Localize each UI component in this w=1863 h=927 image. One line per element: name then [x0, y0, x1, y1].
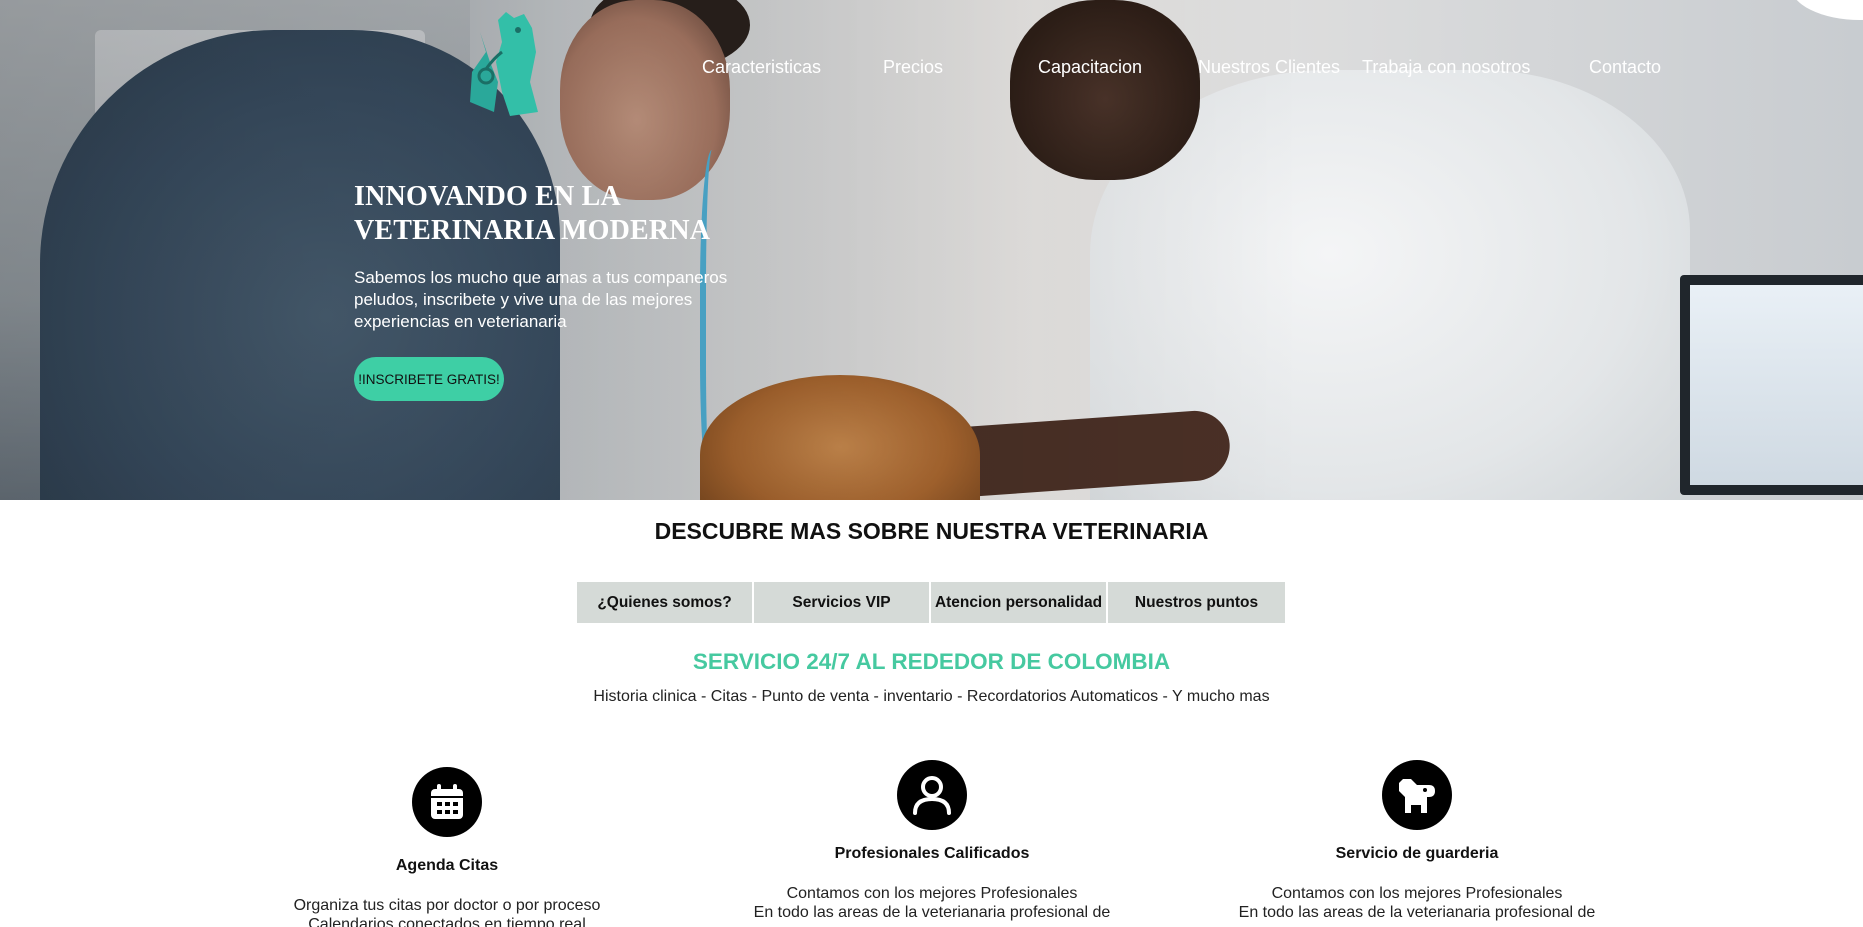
- tab-quienes-somos[interactable]: ¿Quienes somos?: [577, 582, 754, 623]
- dog-icon: [1382, 760, 1452, 830]
- feature-text-line1: Contamos con los mejores Profesionales: [786, 885, 1078, 902]
- feature-guarderia: Servicio de guarderia Contamos con los m…: [1207, 750, 1627, 927]
- feature-text-line2: En todo las areas de la veterianaria pro…: [1238, 904, 1596, 921]
- user-icon: [897, 760, 967, 830]
- nav-item-precios[interactable]: Precios: [883, 57, 943, 78]
- feature-title: Agenda Citas: [395, 857, 499, 874]
- logo[interactable]: [450, 12, 550, 120]
- vet-dog-cat-logo-icon: [470, 12, 538, 116]
- feature-agenda-citas: Agenda Citas Organiza tus citas por doct…: [237, 760, 657, 927]
- about-tabs: ¿Quienes somos? Servicios VIP Atencion p…: [577, 582, 1285, 623]
- nav-item-contacto[interactable]: Contacto: [1589, 57, 1661, 78]
- nav-item-caracteristicas[interactable]: Caracteristicas: [702, 57, 821, 78]
- hero-title-line2: VETERINARIA MODERNA: [354, 215, 711, 246]
- feature-title: Profesionales Calificados: [834, 845, 1030, 862]
- feature-text: Organiza tus citas por doctor o por proc…: [237, 896, 657, 927]
- feature-text-line1: Contamos con los mejores Profesionales: [1271, 885, 1563, 902]
- feature-text: Contamos con los mejores Profesionales E…: [1207, 884, 1627, 922]
- nav-item-nuestros-clientes[interactable]: Nuestros Clientes: [1198, 57, 1340, 78]
- feature-title: Servicio de guarderia: [1335, 845, 1499, 862]
- signup-free-button[interactable]: !INSCRIBETE GRATIS!: [354, 357, 504, 401]
- feature-profesionales: Profesionales Calificados Contamos con l…: [722, 750, 1142, 927]
- section-title: DESCUBRE MAS SOBRE NUESTRA VETERINARIA: [654, 518, 1209, 544]
- feature-text-line2: En todo las areas de la veterianaria pro…: [753, 904, 1111, 921]
- tab-nuestros-puntos[interactable]: Nuestros puntos: [1108, 582, 1285, 623]
- tab-servicios-vip[interactable]: Servicios VIP: [754, 582, 931, 623]
- hero-title-line1: INNOVANDO EN LA: [354, 181, 621, 212]
- nav-item-trabaja-con-nosotros[interactable]: Trabaja con nosotros: [1362, 57, 1530, 78]
- feature-text: Contamos con los mejores Profesionales E…: [722, 884, 1142, 922]
- feature-text-line1: Organiza tus citas por doctor o por proc…: [293, 897, 601, 914]
- service-subtitle: Historia clinica - Citas - Punto de vent…: [593, 688, 1270, 705]
- tab-atencion-personalidad[interactable]: Atencion personalidad: [931, 582, 1108, 623]
- feature-text-line2: Calendarios conectados en tiempo real: [308, 916, 586, 927]
- calendar-icon: [412, 767, 482, 837]
- hero-subtitle: Sabemos los mucho que amas a tus compane…: [354, 268, 728, 331]
- nav-item-capacitacion[interactable]: Capacitacion: [1038, 57, 1142, 78]
- hero-title: INNOVANDO EN LA VETERINARIA MODERNA: [354, 180, 774, 248]
- service-title: SERVICIO 24/7 AL REDEDOR DE COLOMBIA: [692, 649, 1171, 674]
